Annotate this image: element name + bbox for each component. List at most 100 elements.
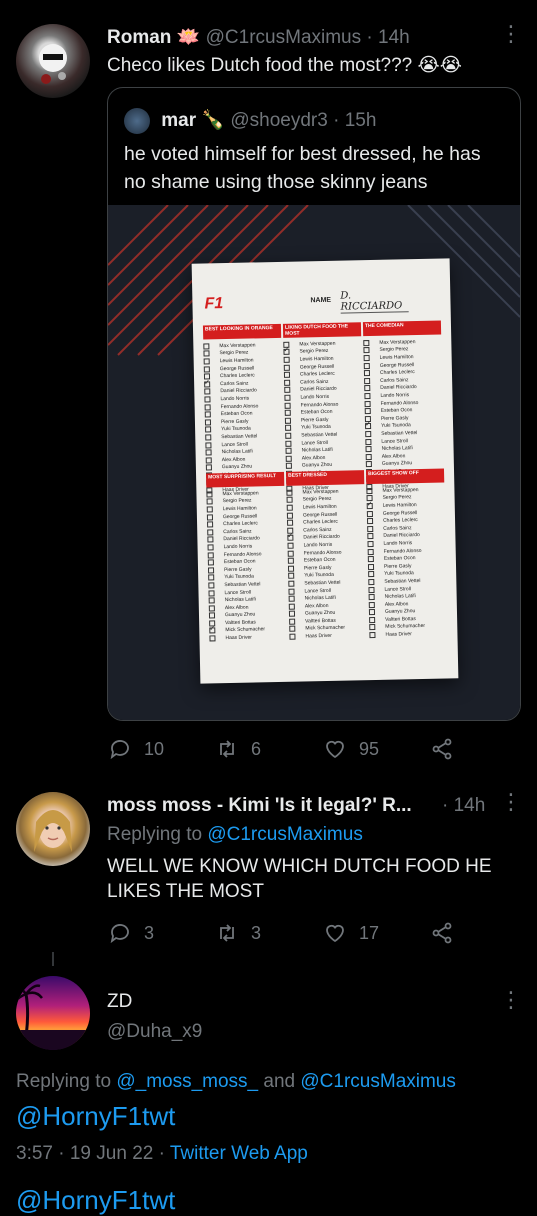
like-button[interactable]: 95 <box>323 734 379 764</box>
checkbox <box>365 438 372 445</box>
share-icon <box>432 922 452 944</box>
tweet-roman[interactable]: Roman 🪷 @C1rcusMaximus · 14h ⋮ Checo lik… <box>0 0 537 780</box>
share-button[interactable] <box>430 734 466 764</box>
ballot-driver-name: Yuki Tsunoda <box>381 422 411 430</box>
quote-separator: · <box>333 110 340 132</box>
avatar-zd[interactable] <box>16 976 90 1050</box>
checkbox <box>206 498 213 505</box>
quote-handle[interactable]: @shoeydr3 <box>230 110 327 131</box>
checkbox <box>206 491 213 498</box>
replying-to-link[interactable]: @C1rcusMaximus <box>207 824 362 845</box>
tweet-text-mention[interactable]: @HornyF1twt <box>16 1100 175 1132</box>
ballot-driver-name: Yuki Tsunoda <box>304 572 334 579</box>
ballot-driver-name: Sergio Perez <box>382 494 412 502</box>
timestamp[interactable]: 14h <box>454 795 486 816</box>
tweet-date[interactable]: 3:57 · 19 Jun 22 · <box>16 1143 165 1164</box>
ballot-driver-name: Charles Leclerc <box>223 520 258 528</box>
checkbox <box>203 343 210 350</box>
heart-icon <box>326 924 344 943</box>
avatar-image <box>34 810 72 852</box>
checkbox <box>288 588 295 595</box>
quote-badge-emoji: 🍾 <box>201 110 226 132</box>
checked-box <box>365 423 372 430</box>
ballot-driver-name: Esteban Ocon <box>380 407 413 414</box>
tweet-time-group: · 14h <box>442 794 485 818</box>
checkbox <box>367 556 374 563</box>
ballot-driver-name: Pierre Gasly <box>220 418 249 425</box>
ballot-driver-name: Fernando Alonso <box>380 399 419 407</box>
tweet-zd-focused[interactable]: ZD @Duha_x9 ⋮ Replying to @_moss_moss_ a… <box>0 966 537 1215</box>
reply-button[interactable]: 10 <box>108 734 164 764</box>
ballot-category: THE COMEDIAN Max Verstappen Sergio Perez Le… <box>362 320 445 491</box>
ballot-driver-name: Guanyu Zhou <box>301 462 333 469</box>
more-options-icon[interactable]: ⋮ <box>500 791 522 822</box>
checkbox <box>286 504 293 511</box>
tweet-text: Checo likes Dutch food the most??? 😭😭 <box>107 55 462 76</box>
display-name[interactable]: moss moss - Kimi 'Is it legal?' R... <box>107 795 412 816</box>
checkbox <box>286 497 293 504</box>
ballot-driver-name: Lando Norris <box>300 393 330 401</box>
retweet-icon <box>220 924 234 942</box>
thread-connector <box>52 952 54 966</box>
more-options-icon[interactable]: ⋮ <box>500 989 522 1020</box>
display-name[interactable]: ZD <box>107 990 132 1014</box>
checkbox <box>284 402 291 409</box>
tweet-moss[interactable]: moss moss - Kimi 'Is it legal?' R... · 1… <box>0 780 537 960</box>
tweet-source[interactable]: Twitter Web App <box>170 1143 308 1164</box>
ballot-driver-name: Lance Stroll <box>381 437 408 445</box>
quote-timestamp[interactable]: 15h <box>345 110 377 131</box>
like-button[interactable]: 17 <box>323 918 379 948</box>
tweet-actions: 3 3 17 <box>0 918 537 948</box>
ballot-driver-name: Yuki Tsunoda <box>221 425 251 433</box>
ballot-driver-name: Alex Albon <box>384 600 409 608</box>
ballot-driver-name: Lando Norris <box>220 395 250 403</box>
checkbox <box>207 521 214 528</box>
checkbox <box>288 580 295 587</box>
ballot-driver-name: Mick Schumacher <box>385 623 426 631</box>
handle[interactable]: @Duha_x9 <box>107 1020 202 1044</box>
checkbox <box>366 510 373 517</box>
quote-image[interactable]: F1 NAME D. RICCIARDO BEST LOOKING IN ORA… <box>108 205 520 720</box>
replying-to-link-2[interactable]: @C1rcusMaximus <box>300 1071 455 1092</box>
avatar-roman[interactable] <box>16 24 90 98</box>
ballot-driver-name: Nicholas Latifi <box>301 446 333 454</box>
quote-avatar[interactable] <box>124 108 150 134</box>
ballot-name-value: D. RICCIARDO <box>340 289 409 314</box>
quote-text: he voted himself for best dressed, he ha… <box>124 143 481 193</box>
quoted-tweet[interactable]: mar 🍾 @shoeydr3 · 15h he voted himself f… <box>107 87 521 721</box>
tweet-meta: 3:57 · 19 Jun 22 · Twitter Web App <box>16 1142 308 1166</box>
avatar-moss[interactable] <box>16 792 90 866</box>
cutoff-text: @HornyF1twt <box>16 1185 176 1215</box>
ballot-category-title: BIGGEST SHOW OFF <box>365 468 445 485</box>
separator: · <box>442 795 449 816</box>
quote-display-name[interactable]: mar <box>161 110 196 131</box>
retweet-button[interactable]: 6 <box>215 734 261 764</box>
checkbox <box>285 462 292 470</box>
timestamp[interactable]: 14h <box>378 27 410 48</box>
reply-button[interactable]: 3 <box>108 918 154 948</box>
checkbox <box>284 379 291 386</box>
replying-to-link-1[interactable]: @_moss_moss_ <box>116 1071 258 1092</box>
ballot-driver-name: Charles Leclerc <box>299 370 335 378</box>
ballot-driver-name: Guanyu Zhou <box>381 460 413 468</box>
checkbox <box>204 403 211 411</box>
checkbox <box>205 434 212 441</box>
tweet-header: Roman 🪷 @C1rcusMaximus · 14h <box>107 26 410 50</box>
checkbox <box>288 572 295 580</box>
ballot-driver-name: Valtteri Bottas <box>385 616 416 623</box>
retweet-button[interactable]: 3 <box>215 918 261 948</box>
ballot-driver-name: Lando Norris <box>223 543 253 551</box>
more-options-icon[interactable]: ⋮ <box>500 23 522 54</box>
checkbox <box>206 513 214 521</box>
ballot-driver-name: Max Verstappen <box>299 340 336 348</box>
checkbox <box>205 441 212 449</box>
handle[interactable]: @C1rcusMaximus <box>206 27 361 48</box>
checkbox <box>287 550 294 557</box>
ballot-category: BEST DRESSED Max Verstappen Sergio Perez Le… <box>286 470 368 640</box>
display-name[interactable]: Roman <box>107 27 171 48</box>
avatar-image <box>39 44 67 84</box>
share-button[interactable] <box>430 918 466 948</box>
checkbox <box>289 618 296 625</box>
ballot-driver-name: Carlos Sainz <box>223 528 252 535</box>
ballot-driver-name: Fernando Alonso <box>383 547 422 555</box>
